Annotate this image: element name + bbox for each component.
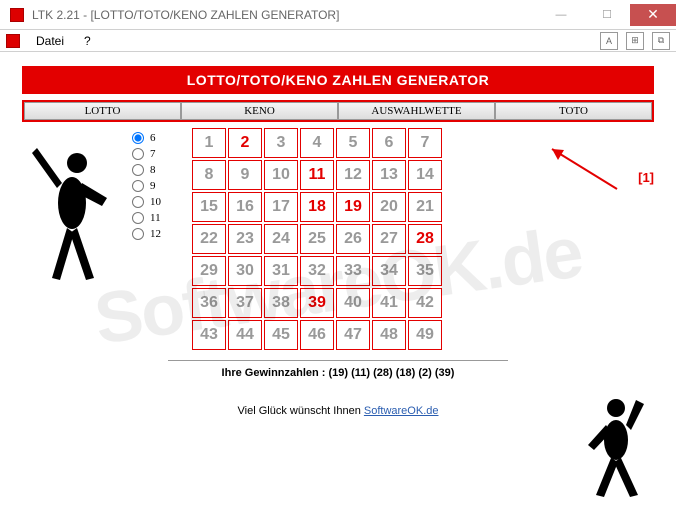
cell-38[interactable]: 38 <box>264 288 298 318</box>
cell-9[interactable]: 9 <box>228 160 262 190</box>
radio-7[interactable]: 7 <box>132 146 192 162</box>
tab-bar: LOTTO KENO AUSWAHLWETTE TOTO <box>22 100 654 122</box>
cell-48[interactable]: 48 <box>372 320 406 350</box>
cell-42[interactable]: 42 <box>408 288 442 318</box>
titlebar: LTK 2.21 - [LOTTO/TOTO/KENO ZAHLEN GENER… <box>0 0 676 30</box>
cell-20[interactable]: 20 <box>372 192 406 222</box>
cell-2[interactable]: 2 <box>228 128 262 158</box>
cell-5[interactable]: 5 <box>336 128 370 158</box>
cell-18[interactable]: 18 <box>300 192 334 222</box>
cell-30[interactable]: 30 <box>228 256 262 286</box>
header-banner: LOTTO/TOTO/KENO ZAHLEN GENERATOR <box>22 66 654 94</box>
cell-45[interactable]: 45 <box>264 320 298 350</box>
number-grid: 1234567891011121314151617181920212223242… <box>192 128 442 350</box>
cell-49[interactable]: 49 <box>408 320 442 350</box>
cell-7[interactable]: 7 <box>408 128 442 158</box>
tab-toto[interactable]: TOTO <box>495 102 652 120</box>
cell-21[interactable]: 21 <box>408 192 442 222</box>
close-button[interactable]: ✕ <box>630 4 676 26</box>
cell-17[interactable]: 17 <box>264 192 298 222</box>
cell-6[interactable]: 6 <box>372 128 406 158</box>
cell-28[interactable]: 28 <box>408 224 442 254</box>
menu-file[interactable]: Datei <box>28 32 72 50</box>
cell-4[interactable]: 4 <box>300 128 334 158</box>
cell-12[interactable]: 12 <box>336 160 370 190</box>
cell-39[interactable]: 39 <box>300 288 334 318</box>
footer-link[interactable]: SoftwareOK.de <box>364 405 439 417</box>
tool-icon-3[interactable]: ⧉ <box>652 32 670 50</box>
radio-7-label: 7 <box>150 148 156 160</box>
cell-37[interactable]: 37 <box>228 288 262 318</box>
content-area: LOTTO/TOTO/KENO ZAHLEN GENERATOR LOTTO K… <box>0 52 676 520</box>
cell-46[interactable]: 46 <box>300 320 334 350</box>
cell-16[interactable]: 16 <box>228 192 262 222</box>
cell-24[interactable]: 24 <box>264 224 298 254</box>
cell-19[interactable]: 19 <box>336 192 370 222</box>
radio-9-label: 9 <box>150 180 156 192</box>
tool-icon-1[interactable]: A <box>600 32 618 50</box>
right-area: [1] <box>442 128 654 350</box>
cell-11[interactable]: 11 <box>300 160 334 190</box>
footer: Viel Glück wünscht Ihnen SoftwareOK.de <box>22 405 654 417</box>
cell-35[interactable]: 35 <box>408 256 442 286</box>
cell-26[interactable]: 26 <box>336 224 370 254</box>
cell-14[interactable]: 14 <box>408 160 442 190</box>
tool-icon-2[interactable]: ⊞ <box>626 32 644 50</box>
cell-25[interactable]: 25 <box>300 224 334 254</box>
cell-31[interactable]: 31 <box>264 256 298 286</box>
tab-auswahl[interactable]: AUSWAHLWETTE <box>338 102 495 120</box>
cell-22[interactable]: 22 <box>192 224 226 254</box>
cell-33[interactable]: 33 <box>336 256 370 286</box>
radio-8[interactable]: 8 <box>132 162 192 178</box>
radio-12[interactable]: 12 <box>132 226 192 242</box>
menu-help[interactable]: ? <box>76 32 99 50</box>
cell-36[interactable]: 36 <box>192 288 226 318</box>
annotation-label: [1] <box>638 170 654 185</box>
cell-29[interactable]: 29 <box>192 256 226 286</box>
cell-8[interactable]: 8 <box>192 160 226 190</box>
minimize-button[interactable]: — <box>538 4 584 26</box>
stickman-left-icon <box>22 128 122 288</box>
annotation-arrow: [1] <box>638 170 654 185</box>
cell-13[interactable]: 13 <box>372 160 406 190</box>
app-icon <box>10 8 24 22</box>
cell-43[interactable]: 43 <box>192 320 226 350</box>
radio-12-label: 12 <box>150 228 161 240</box>
cell-10[interactable]: 10 <box>264 160 298 190</box>
cell-3[interactable]: 3 <box>264 128 298 158</box>
stickman-right-icon <box>576 390 656 500</box>
radio-9[interactable]: 9 <box>132 178 192 194</box>
radio-10[interactable]: 10 <box>132 194 192 210</box>
footer-text: Viel Glück wünscht Ihnen <box>238 405 364 417</box>
cell-15[interactable]: 15 <box>192 192 226 222</box>
figure-left <box>22 128 132 350</box>
cell-41[interactable]: 41 <box>372 288 406 318</box>
radio-10-label: 10 <box>150 196 161 208</box>
radio-6[interactable]: 6 <box>132 130 192 146</box>
tab-lotto[interactable]: LOTTO <box>24 102 181 120</box>
maximize-button[interactable]: ☐ <box>584 4 630 26</box>
count-radio-group: 6 7 8 9 10 11 12 <box>132 128 192 350</box>
cell-23[interactable]: 23 <box>228 224 262 254</box>
tab-keno[interactable]: KENO <box>181 102 338 120</box>
cell-47[interactable]: 47 <box>336 320 370 350</box>
cell-34[interactable]: 34 <box>372 256 406 286</box>
cell-27[interactable]: 27 <box>372 224 406 254</box>
radio-11[interactable]: 11 <box>132 210 192 226</box>
cell-44[interactable]: 44 <box>228 320 262 350</box>
menu-app-icon <box>6 34 20 48</box>
main-area: 6 7 8 9 10 11 12 12345678910111213141516… <box>22 128 654 350</box>
radio-8-label: 8 <box>150 164 156 176</box>
result-line: Ihre Gewinnzahlen : (19) (11) (28) (18) … <box>168 360 508 379</box>
cell-32[interactable]: 32 <box>300 256 334 286</box>
menubar: Datei ? A ⊞ ⧉ <box>0 30 676 52</box>
radio-6-label: 6 <box>150 132 156 144</box>
cell-1[interactable]: 1 <box>192 128 226 158</box>
cell-40[interactable]: 40 <box>336 288 370 318</box>
radio-11-label: 11 <box>150 212 161 224</box>
window-title: LTK 2.21 - [LOTTO/TOTO/KENO ZAHLEN GENER… <box>32 8 538 22</box>
